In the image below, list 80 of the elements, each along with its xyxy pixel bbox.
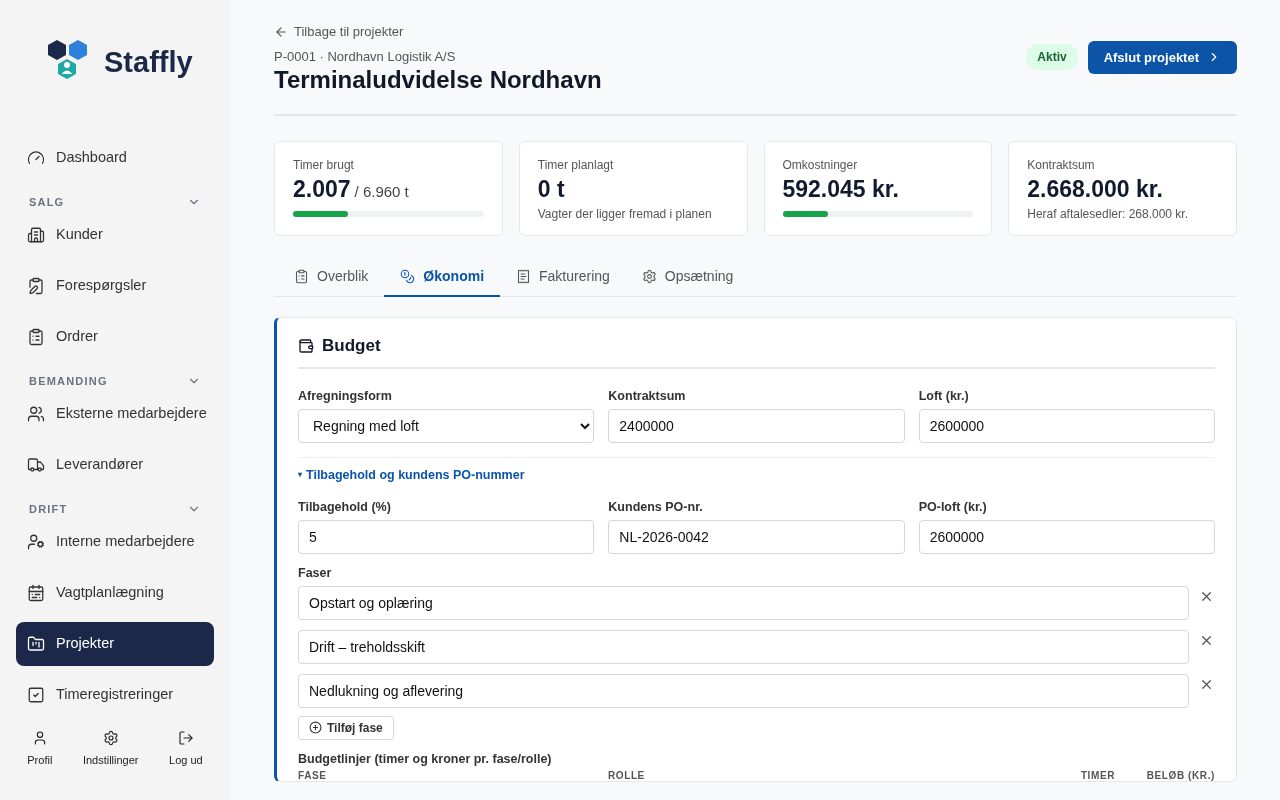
nav-item[interactable]: Projekter: [16, 622, 214, 666]
plus-circle-icon: [309, 721, 322, 734]
stat-value: 2.007: [293, 175, 351, 203]
clipboard-icon: [27, 277, 45, 295]
stat-label: Timer brugt: [293, 157, 355, 172]
disclosure-link[interactable]: ▾ Tilbagehold og kundens PO-nummer: [298, 467, 525, 482]
section-label: Budgetlinjer (timer og kroner pr. fase/rolle): [298, 751, 553, 766]
section-heading: BEMANDING: [29, 375, 108, 387]
checkbox-icon: [27, 686, 45, 704]
stat-note: Heraf aftalesedler: 268.000 kr.: [1027, 206, 1189, 221]
stat-value: 2.668.000 kr.: [1027, 175, 1163, 203]
logo-text: Staffly: [104, 46, 193, 79]
nav-item[interactable]: Eksterne medarbejdere: [16, 392, 214, 436]
card-title: Budget: [322, 335, 381, 356]
back-link[interactable]: Tilbage til projekter: [274, 24, 404, 39]
field-label: Tilbagehold (%): [298, 499, 392, 514]
stat-label: Timer planlagt: [537, 157, 615, 172]
close-project-button[interactable]: Afslut projektet: [1087, 40, 1237, 74]
footer-button[interactable]: Log ud: [169, 730, 203, 766]
coins-icon: [400, 268, 416, 284]
input-field[interactable]: 2400000: [608, 408, 905, 443]
footer-button[interactable]: Indstillinger: [82, 730, 139, 766]
input-field[interactable]: 2600000: [918, 519, 1215, 554]
settings-icon: [641, 268, 657, 284]
users-icon: [27, 405, 45, 423]
add-phase-button[interactable]: Tilføj fase: [298, 715, 394, 740]
clipboard-icon: [27, 328, 45, 346]
select-field[interactable]: Regning med loft: [298, 408, 595, 443]
nav-item[interactable]: Interne medarbejdere: [16, 520, 214, 564]
nav-item[interactable]: Dashboard: [16, 136, 214, 180]
nav-item[interactable]: Leverandører: [16, 443, 214, 487]
nav-item[interactable]: Vagtplanlægning: [16, 571, 214, 615]
user-gear-icon: [27, 533, 45, 551]
nav-item[interactable]: Kunder: [16, 213, 214, 257]
column-header: BELØB (KR.): [1145, 769, 1215, 781]
settings-icon: [102, 730, 119, 746]
input-field[interactable]: NL-2026-0042: [608, 519, 905, 554]
truck-icon: [27, 456, 45, 474]
status-badge: Aktiv: [1026, 44, 1078, 70]
input-field[interactable]: Drift – treholdsskift: [298, 629, 1190, 664]
nav-item[interactable]: Ordrer: [16, 315, 214, 359]
page-title: Terminaludvidelse Nordhavn: [274, 65, 602, 94]
project-subtitle: P-0001 · Nordhavn Logistik A/S: [274, 48, 457, 64]
field-label: Loft (kr.): [918, 388, 970, 403]
tab[interactable]: Opsætning: [625, 257, 750, 297]
clipboard-icon: [294, 268, 309, 284]
building-icon: [27, 226, 45, 244]
calendar-icon: [27, 584, 45, 602]
stat-note: Vagter der ligger fremad i planen: [537, 206, 713, 221]
column-header: FASE: [298, 769, 328, 781]
input-field[interactable]: Opstart og oplæring: [298, 585, 1190, 620]
input-field[interactable]: Nedlukning og aflevering: [298, 673, 1190, 708]
tab[interactable]: Økonomi: [384, 257, 501, 297]
column-header: TIMER: [1079, 769, 1115, 781]
section-heading: SALG: [29, 196, 65, 208]
tab[interactable]: Fakturering: [500, 257, 626, 297]
field-label: Afregningsform: [298, 388, 393, 403]
logout-icon: [177, 730, 194, 746]
stat-label: Kontraktsum: [1027, 157, 1096, 172]
triangle-icon: ▾: [298, 470, 302, 479]
input-field[interactable]: 2600000: [918, 408, 1215, 443]
nav-item[interactable]: Forespørgsler: [16, 264, 214, 308]
folder-icon: [27, 635, 45, 653]
nav-item[interactable]: Timeregistreringer: [16, 673, 214, 717]
stat-value: 0 t: [537, 175, 565, 203]
section-heading: DRIFT: [29, 503, 68, 515]
field-label: PO-loft (kr.): [918, 499, 988, 514]
gauge-icon: [27, 149, 45, 167]
field-label: Kundens PO-nr.: [608, 499, 704, 514]
stat-unit: / 6.960 t: [354, 182, 409, 200]
tab[interactable]: Overblik: [278, 257, 385, 297]
stat-label: Omkostninger: [782, 157, 859, 172]
field-label: Faser: [298, 565, 333, 580]
stat-value: 592.045 kr.: [782, 175, 899, 203]
column-header: ROLLE: [608, 769, 646, 781]
field-label: Kontraktsum: [608, 388, 687, 403]
input-field[interactable]: 5: [298, 519, 595, 554]
footer-button[interactable]: Profil: [27, 730, 53, 766]
receipt-icon: [516, 268, 532, 284]
wallet-icon: [298, 337, 314, 354]
